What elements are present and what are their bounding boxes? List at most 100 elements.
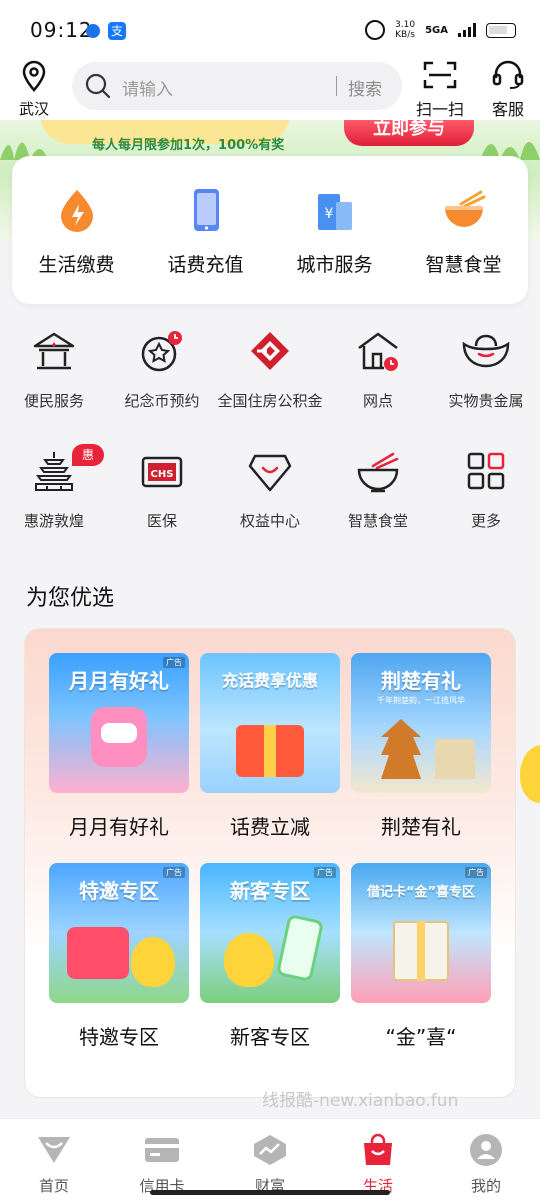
pagoda-icon	[35, 452, 73, 491]
grid-item-benefits-center[interactable]: 权益中心	[216, 450, 324, 534]
watermark: 线报酷-new.xianbao.fun	[262, 1091, 459, 1111]
wealth-chart-icon	[254, 1135, 286, 1165]
gold-ingot-icon	[462, 334, 510, 368]
grid-item-label: 医保	[146, 512, 177, 530]
shopping-bag-icon	[364, 1133, 392, 1165]
grid-item-smart-canteen[interactable]: 智慧食堂	[324, 450, 432, 534]
network-speed: 3.10 KB/s	[395, 20, 416, 40]
phone-illustration	[275, 913, 325, 983]
service-city-services[interactable]: ¥ 城市服务	[270, 188, 399, 277]
app-notification-icon	[86, 24, 100, 38]
promo-label: 新客专区	[230, 1025, 310, 1049]
grid-item-label: 纪念币预约	[124, 392, 200, 410]
grid-item-precious-metals[interactable]: 实物贵金属	[432, 330, 540, 414]
battery-icon	[486, 22, 516, 38]
grid-item-housing-fund[interactable]: 全国住房公积金	[216, 330, 324, 414]
promo-image: 充话费享优惠	[200, 653, 340, 793]
join-now-button[interactable]: 立即参与	[344, 120, 474, 146]
promo-heading: 特邀专区	[79, 879, 159, 903]
alarm-icon	[365, 20, 386, 40]
promo-phone-bill-discount[interactable]: 充话费享优惠 话费立减	[200, 653, 340, 840]
location-selector[interactable]: 武汉	[14, 60, 54, 119]
discount-badge: 惠	[72, 444, 104, 466]
service-phone-recharge[interactable]: 话费充值	[141, 188, 270, 277]
status-time: 09:12	[30, 18, 93, 42]
customer-service-label: 客服	[491, 100, 524, 119]
grid-item-branches[interactable]: 网点	[324, 330, 432, 414]
search-button[interactable]: 搜索	[348, 75, 382, 100]
life-services-card: 生活缴费 话费充值 ¥ 城市服务 智慧食堂	[12, 156, 528, 304]
location-label: 武汉	[18, 100, 49, 118]
floating-mascot[interactable]	[512, 735, 540, 815]
search-bar[interactable]: 请输入 搜索	[72, 62, 402, 110]
promo-label: 月月有好礼	[69, 815, 169, 839]
alipay-notification-icon: 支	[108, 22, 126, 40]
promo-subtitle: 千年荆楚韵，一江揽风华	[377, 696, 465, 705]
promo-image: 广告 月月有好礼	[49, 653, 189, 793]
top-navigation: 武汉 请输入 搜索 扫一扫 客服	[0, 52, 540, 122]
grid-item-label: 权益中心	[239, 512, 300, 530]
coin-clock-icon	[141, 331, 182, 372]
grid-item-label: 全国住房公积金	[217, 392, 323, 410]
tab-label: 首页	[38, 1177, 69, 1195]
grid-item-convenience[interactable]: 便民服务	[0, 330, 108, 414]
droplet-lightning-icon	[60, 190, 93, 232]
promo-heading: 月月有好礼	[69, 669, 169, 693]
tab-life[interactable]: 生活	[324, 1133, 432, 1196]
home-indicator[interactable]	[150, 1190, 390, 1195]
bottom-tab-bar: 首页 信用卡 财富 生活 我的	[0, 1118, 540, 1200]
tab-wealth[interactable]: 财富	[216, 1133, 324, 1196]
promo-special-invite[interactable]: 广告 特邀专区 特邀专区	[49, 863, 189, 1050]
grid-item-medical-insurance[interactable]: CHS 医保	[108, 450, 216, 534]
search-icon	[85, 73, 111, 99]
promo-gold-debit-card[interactable]: 广告 借记卡“金”喜专区 “金”喜“	[351, 863, 491, 1050]
ad-tag: 广告	[465, 867, 487, 878]
promo-label: “金”喜“	[385, 1025, 457, 1049]
grid-item-dunhuang-travel[interactable]: 惠 惠游敦煌	[0, 444, 108, 534]
user-icon	[470, 1134, 502, 1166]
service-label: 城市服务	[296, 254, 373, 276]
grid-item-label: 实物贵金属	[448, 392, 524, 410]
network-type: 5GA	[425, 24, 448, 36]
promo-jingchu-gift[interactable]: 荆楚有礼 千年荆楚韵，一江揽风华 荆楚有礼	[351, 653, 491, 840]
scan-button[interactable]: 扫一扫	[412, 60, 468, 120]
city-building-icon: ¥	[317, 194, 352, 230]
svg-text:¥: ¥	[324, 206, 333, 222]
tab-home[interactable]: 首页	[0, 1133, 108, 1196]
service-label: 话费充值	[167, 254, 244, 276]
svg-text:CHS: CHS	[151, 469, 174, 480]
promo-image: 广告 借记卡“金”喜专区	[351, 863, 491, 1003]
search-input[interactable]: 请输入	[122, 75, 173, 100]
tab-label: 我的	[470, 1177, 501, 1195]
promo-monthly-gift[interactable]: 广告 月月有好礼 月月有好礼	[49, 653, 189, 840]
promo-label: 话费立减	[230, 815, 310, 839]
chs-card-icon: CHS	[141, 456, 183, 488]
recommended-panel: 广告 月月有好礼 月月有好礼 充话费享优惠 话费立减 荆楚有礼 千年荆楚韵，一江…	[24, 628, 516, 1098]
mascot-icon	[520, 745, 540, 803]
phone-icon	[193, 189, 219, 231]
promo-heading: 充话费享优惠	[221, 671, 318, 690]
grid-item-more[interactable]: 更多	[432, 450, 540, 534]
bowl-chopsticks-icon	[357, 452, 399, 493]
promo-new-customer[interactable]: 广告 新客专区 新客专区	[200, 863, 340, 1050]
yellow-crane-tower-illustration	[381, 719, 421, 779]
promo-image: 荆楚有礼 千年荆楚韵，一江揽风华	[351, 653, 491, 793]
diamond-smile-icon	[248, 454, 292, 492]
grid-item-coin-reservation[interactable]: 纪念币预约	[108, 330, 216, 414]
promo-label: 特邀专区	[79, 1025, 159, 1049]
mascot-illustration	[131, 937, 175, 987]
tab-profile[interactable]: 我的	[432, 1133, 540, 1196]
promo-image: 广告 新客专区	[200, 863, 340, 1003]
promo-label: 荆楚有礼	[381, 815, 461, 839]
service-utility-payment[interactable]: 生活缴费	[12, 188, 141, 277]
noodle-bowl-icon	[444, 190, 485, 227]
promo-heading: 荆楚有礼	[381, 669, 461, 693]
service-smart-canteen[interactable]: 智慧食堂	[399, 188, 528, 277]
customer-service-button[interactable]: 客服	[480, 60, 536, 120]
tab-credit-card[interactable]: 信用卡	[108, 1133, 216, 1196]
more-grid-icon	[467, 452, 505, 490]
signal-icon	[458, 23, 476, 37]
service-label: 生活缴费	[38, 254, 115, 276]
house-service-icon	[33, 332, 75, 370]
grid-item-label: 便民服务	[23, 392, 84, 410]
